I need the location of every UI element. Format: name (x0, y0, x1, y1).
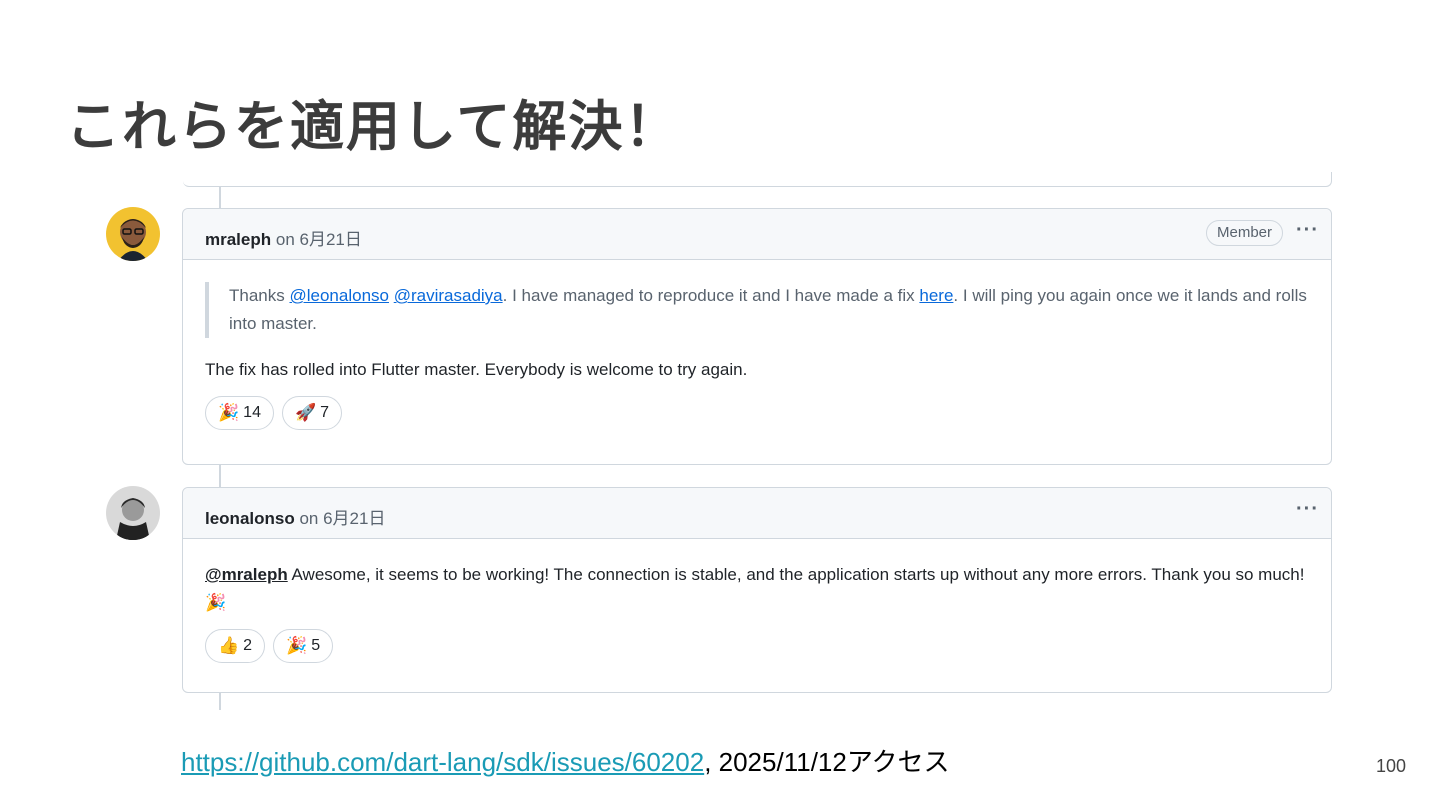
more-options-icon[interactable]: ··· (1296, 219, 1319, 242)
tada-icon: 🎉 (218, 403, 240, 422)
reactions-bar: 👍 2 🎉 5 (183, 617, 1331, 663)
comment-body: @mraleph Awesome, it seems to be working… (183, 539, 1331, 617)
mention-link[interactable]: @ravirasadiya (394, 286, 503, 305)
member-badge: Member (1205, 220, 1283, 246)
thumbs-up-icon: 👍 (218, 636, 240, 655)
here-link[interactable]: here (919, 286, 953, 305)
comment-header: leonalonso on 6月21日 ··· (183, 488, 1331, 539)
reaction-rocket[interactable]: 🚀 7 (281, 396, 343, 430)
comment-text: The fix has rolled into Flutter master. … (205, 360, 748, 379)
avatar-leonalonso[interactable] (106, 486, 160, 540)
timeline-line (219, 186, 221, 208)
more-options-icon[interactable]: ··· (1296, 498, 1319, 521)
avatar-image (106, 207, 160, 261)
comment-date[interactable]: on 6月21日 (299, 509, 385, 528)
source-url-link[interactable]: https://github.com/dart-lang/sdk/issues/… (181, 747, 704, 777)
timeline-line (219, 692, 221, 710)
comment-author[interactable]: leonalonso (205, 509, 295, 528)
comment-text: @mraleph Awesome, it seems to be working… (205, 561, 1309, 617)
comment-body: Thanks @leonalonso @ravirasadiya. I have… (183, 260, 1331, 384)
mention-link[interactable]: @mraleph (205, 565, 288, 584)
comment-card: leonalonso on 6月21日 ··· @mraleph Awesome… (182, 487, 1332, 693)
rocket-icon: 🚀 (294, 403, 317, 422)
reaction-tada[interactable]: 🎉 5 (273, 629, 334, 663)
blockquote: Thanks @leonalonso @ravirasadiya. I have… (205, 282, 1309, 338)
reaction-count: 14 (243, 404, 261, 421)
avatar-image (106, 486, 160, 540)
reaction-tada[interactable]: 🎉 14 (205, 396, 274, 430)
access-date: , 2025/11/12アクセス (704, 747, 950, 777)
tada-icon: 🎉 (205, 593, 227, 612)
reaction-count: 7 (320, 404, 330, 421)
avatar-mraleph[interactable] (106, 207, 160, 261)
source-reference: https://github.com/dart-lang/sdk/issues/… (181, 742, 950, 779)
page-number: 100 (1375, 756, 1406, 776)
comment-card: mraleph on 6月21日 Member ··· Thanks @leon… (182, 208, 1332, 465)
mention-link[interactable]: @leonalonso (289, 286, 389, 305)
reaction-count: 5 (311, 637, 321, 654)
previous-comment-edge (183, 172, 1332, 187)
reaction-thumbs-up[interactable]: 👍 2 (205, 629, 266, 663)
quote-text: Thanks (229, 286, 290, 305)
quote-text: . I have managed to reproduce it and I h… (502, 286, 920, 305)
slide-title: これらを適用して解決！ (66, 95, 681, 158)
comment-text-content: Awesome, it seems to be working! The con… (287, 565, 1305, 584)
comment-date[interactable]: on 6月21日 (276, 230, 362, 249)
tada-icon: 🎉 (286, 636, 308, 655)
timeline-line (219, 464, 221, 488)
reactions-bar: 🎉 14 🚀 7 (183, 384, 1331, 430)
reaction-count: 2 (243, 637, 253, 654)
comment-header: mraleph on 6月21日 Member ··· (183, 209, 1331, 260)
comment-author[interactable]: mraleph (205, 230, 271, 249)
